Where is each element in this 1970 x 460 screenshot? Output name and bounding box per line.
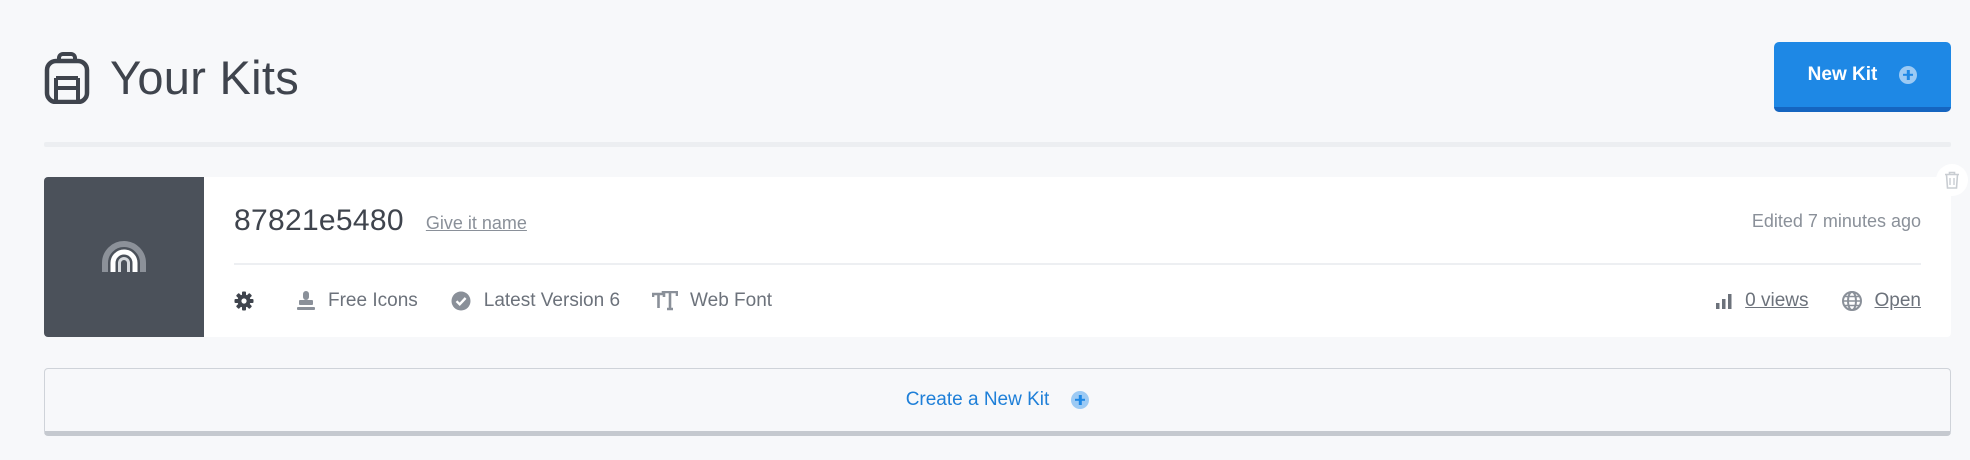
page-title: Your Kits: [110, 51, 300, 104]
delete-kit-button[interactable]: [1936, 164, 1968, 196]
kit-tech: Web Font: [652, 290, 772, 312]
kit-tech-label: Web Font: [690, 290, 773, 311]
kit-license: Free Icons: [296, 290, 418, 312]
kit-settings-button[interactable]: [234, 291, 266, 311]
gear-icon: [234, 291, 254, 311]
kit-visibility[interactable]: Open: [1841, 290, 1921, 312]
kit-version-label: Latest Version 6: [483, 290, 621, 311]
new-kit-label: New Kit: [1807, 63, 1878, 85]
rainbow-icon: [102, 241, 146, 272]
signal-bars-icon: [1716, 294, 1732, 309]
badge-check-icon: [451, 291, 471, 311]
kits-page: Your Kits New Kit 87821e5480 Give it nam…: [0, 0, 1970, 460]
page-header: Your Kits: [44, 50, 299, 105]
kit-thumbnail[interactable]: [44, 177, 204, 337]
kit-id[interactable]: 87821e5480: [234, 204, 404, 238]
kit-license-label: Free Icons: [328, 290, 418, 311]
create-new-kit-label: Create a New Kit: [905, 389, 1050, 410]
kit-top-row: 87821e5480 Give it name Edited 7 minutes…: [234, 177, 1921, 263]
kit-card[interactable]: 87821e5480 Give it name Edited 7 minutes…: [44, 177, 1951, 337]
plus-circle-icon: [1899, 65, 1918, 84]
give-name-link[interactable]: Give it name: [426, 213, 527, 234]
backpack-icon: [44, 51, 90, 104]
new-kit-button[interactable]: New Kit: [1774, 42, 1951, 112]
text-size-icon: [652, 291, 679, 311]
kit-right-meta: 0 views Open: [1683, 265, 1921, 337]
header-divider: [44, 142, 1951, 147]
stamp-icon: [297, 291, 315, 310]
kit-views-link[interactable]: 0 views: [1745, 290, 1808, 312]
globe-icon: [1841, 291, 1862, 311]
kit-version: Latest Version 6: [450, 290, 620, 312]
trash-icon: [1945, 171, 1959, 189]
kit-body: 87821e5480 Give it name Edited 7 minutes…: [204, 177, 1951, 337]
kit-edited-time: Edited 7 minutes ago: [1751, 211, 1921, 231]
plus-circle-icon: [1071, 391, 1090, 409]
kit-visibility-link[interactable]: Open: [1875, 290, 1921, 312]
kit-meta-row: Free Icons Latest Version 6 Web Font 0 v…: [234, 265, 1921, 337]
kit-views[interactable]: 0 views: [1715, 290, 1809, 312]
create-new-kit-button[interactable]: Create a New Kit: [44, 368, 1951, 436]
